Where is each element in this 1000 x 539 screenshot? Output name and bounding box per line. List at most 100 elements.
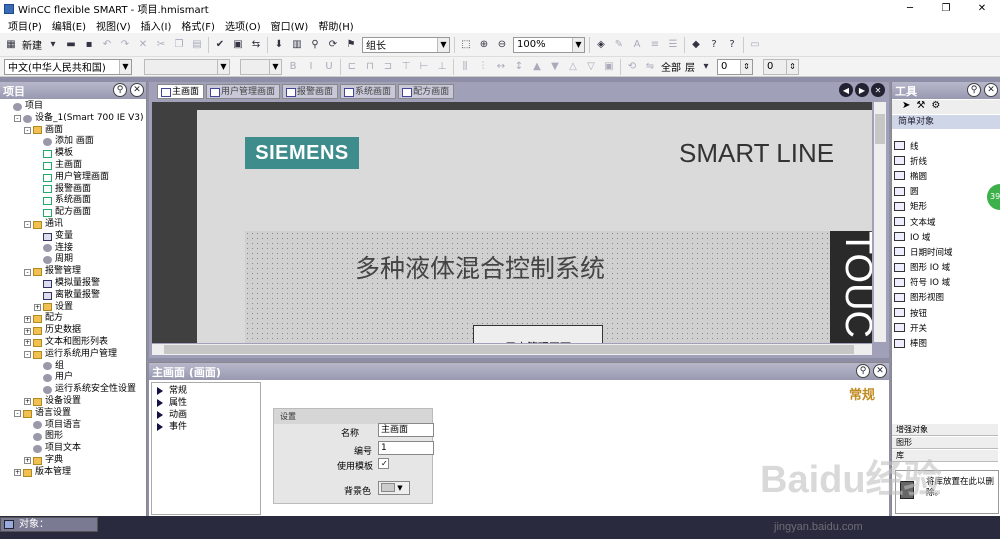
tree-item[interactable]: - 画面 (0, 125, 146, 137)
rotate-icon[interactable]: ⟲ (625, 60, 639, 74)
library-icon[interactable]: ◆ (689, 38, 703, 52)
check-icon[interactable]: ✔ (213, 38, 227, 52)
font-color-icon[interactable]: A (630, 38, 644, 52)
cut-icon[interactable]: ✂ (154, 38, 168, 52)
vertical-scrollbar[interactable] (874, 102, 886, 342)
same-height-icon[interactable]: ↕ (512, 60, 526, 74)
tree-item[interactable]: 周期 (0, 254, 146, 266)
dropdown-arrow-icon[interactable]: ▾ (46, 38, 60, 52)
nav-properties[interactable]: 属性 (154, 397, 258, 409)
menu-window[interactable]: 窗口(W) (266, 18, 314, 33)
number-stepper[interactable]: 1 (378, 441, 434, 455)
restore-button[interactable]: ❐ (928, 0, 964, 17)
tool-item[interactable]: 图形视图 (892, 290, 1000, 305)
align-top-icon[interactable]: ⊤ (399, 60, 413, 74)
tree-item[interactable]: 连接 (0, 243, 146, 255)
tool-item[interactable]: 按钮 (892, 305, 1000, 320)
tree-item[interactable]: 添加 画面 (0, 136, 146, 148)
expand-icon[interactable]: + (14, 469, 21, 477)
tree-item[interactable]: + 历史数据 (0, 325, 146, 337)
line-color-icon[interactable]: ✎ (612, 38, 626, 52)
tool-item[interactable]: 椭圆 (892, 168, 1000, 183)
redo-icon[interactable]: ↷ (118, 38, 132, 52)
open-icon[interactable]: ▬ (64, 38, 78, 52)
background-color-picker[interactable]: ▼ (378, 481, 410, 495)
pin-icon[interactable]: ⚲ (967, 83, 981, 97)
paste-icon[interactable]: ▤ (190, 38, 204, 52)
editor-tab[interactable]: 用户管理画面 (206, 84, 281, 99)
expand-icon[interactable]: + (24, 457, 31, 465)
tree-item[interactable]: + 设置 (0, 302, 146, 314)
menu-options[interactable]: 选项(O) (220, 18, 266, 33)
menu-project[interactable]: 项目(P) (3, 18, 47, 33)
content-area[interactable]: 多种液体混合控制系统 用户管理画面 (245, 231, 835, 343)
save-icon[interactable]: ▪ (82, 38, 96, 52)
download-icon[interactable]: ⬇ (272, 38, 286, 52)
tree-item[interactable]: 图形 (0, 431, 146, 443)
nav-events[interactable]: 事件 (154, 421, 258, 433)
tree-item[interactable]: - 通讯 (0, 219, 146, 231)
help-icon[interactable]: ? (707, 38, 721, 52)
pointer-icon[interactable]: ➤ (902, 100, 910, 114)
close-panel-icon[interactable]: ✕ (984, 83, 998, 97)
tree-item[interactable]: - 语言设置 (0, 408, 146, 420)
object-selector[interactable]: 对象： (0, 517, 98, 532)
italic-icon[interactable]: I (304, 60, 318, 74)
transfer-icon[interactable]: ⇆ (249, 38, 263, 52)
layout-icon[interactable]: ▥ (290, 38, 304, 52)
enhanced-objects-section[interactable]: 增强对象 (892, 424, 998, 436)
screen-title-text[interactable]: 多种液体混合控制系统 (245, 249, 835, 285)
all-layers-label[interactable]: 全部 (661, 59, 681, 74)
zoom-out-icon[interactable]: ⊖ (495, 38, 509, 52)
close-panel-icon[interactable]: ✕ (873, 364, 887, 378)
nav-general[interactable]: 常规 (154, 385, 258, 397)
undo-icon[interactable]: ↶ (100, 38, 114, 52)
collapse-icon[interactable]: - (24, 221, 31, 229)
expand-icon[interactable]: + (34, 303, 41, 311)
collapse-icon[interactable]: - (14, 410, 21, 418)
tree-item[interactable]: 主画面 (0, 160, 146, 172)
tab-prev-icon[interactable]: ◀ (839, 83, 853, 97)
fill-color-icon[interactable]: ◈ (594, 38, 608, 52)
backward-icon[interactable]: ▽ (584, 60, 598, 74)
expand-icon[interactable]: + (24, 327, 31, 335)
tool-item[interactable]: 矩形 (892, 199, 1000, 214)
tree-item[interactable]: 组 (0, 361, 146, 373)
collapse-icon[interactable]: - (24, 126, 31, 134)
tool-item[interactable]: 线 (892, 138, 1000, 153)
expand-icon[interactable]: + (24, 315, 31, 323)
distribute-h-icon[interactable]: ⫼ (458, 60, 472, 74)
compile-icon[interactable]: ▣ (231, 38, 245, 52)
pin-icon[interactable]: ⚲ (856, 364, 870, 378)
chevron-down-icon[interactable]: ▾ (699, 60, 713, 74)
tree-item[interactable]: 模拟量报警 (0, 278, 146, 290)
pin-icon[interactable]: ⚲ (113, 83, 127, 97)
copy-icon[interactable]: ❐ (172, 38, 186, 52)
line-style-icon[interactable]: ≡ (648, 38, 662, 52)
secondary-spinner[interactable]: 0 ⇕ (763, 58, 799, 75)
tool-item[interactable]: 图形 IO 域 (892, 260, 1000, 275)
tree-item[interactable]: 运行系统安全性设置 (0, 384, 146, 396)
minimize-button[interactable]: ─ (892, 0, 928, 17)
tree-item[interactable]: + 配方 (0, 313, 146, 325)
tree-item[interactable]: 项目 (0, 101, 146, 113)
editor-tab[interactable]: 配方画面 (398, 84, 455, 99)
tool-option-icon[interactable]: ⚒ (916, 100, 925, 114)
distribute-v-icon[interactable]: ⫶ (476, 60, 490, 74)
tree-item[interactable]: + 设备设置 (0, 396, 146, 408)
menu-format[interactable]: 格式(F) (176, 18, 220, 33)
line-width-icon[interactable]: ☰ (666, 38, 680, 52)
delete-icon[interactable]: ✕ (136, 38, 150, 52)
collapse-icon[interactable]: - (14, 115, 21, 123)
product-label[interactable]: SMART LINE (679, 138, 834, 169)
align-center-icon[interactable]: ⊓ (363, 60, 377, 74)
collapse-icon[interactable]: - (24, 351, 31, 359)
tool-item[interactable]: 棒图 (892, 335, 1000, 350)
tree-item[interactable]: 用户管理画面 (0, 172, 146, 184)
menu-help[interactable]: 帮助(H) (313, 18, 358, 33)
tree-item[interactable]: 项目语言 (0, 420, 146, 432)
align-right-icon[interactable]: ⊐ (381, 60, 395, 74)
context-help-icon[interactable]: ? (725, 38, 739, 52)
language-combo[interactable]: 中文(中华人民共和国) ▼ (4, 58, 132, 75)
align-bottom-icon[interactable]: ⊥ (435, 60, 449, 74)
